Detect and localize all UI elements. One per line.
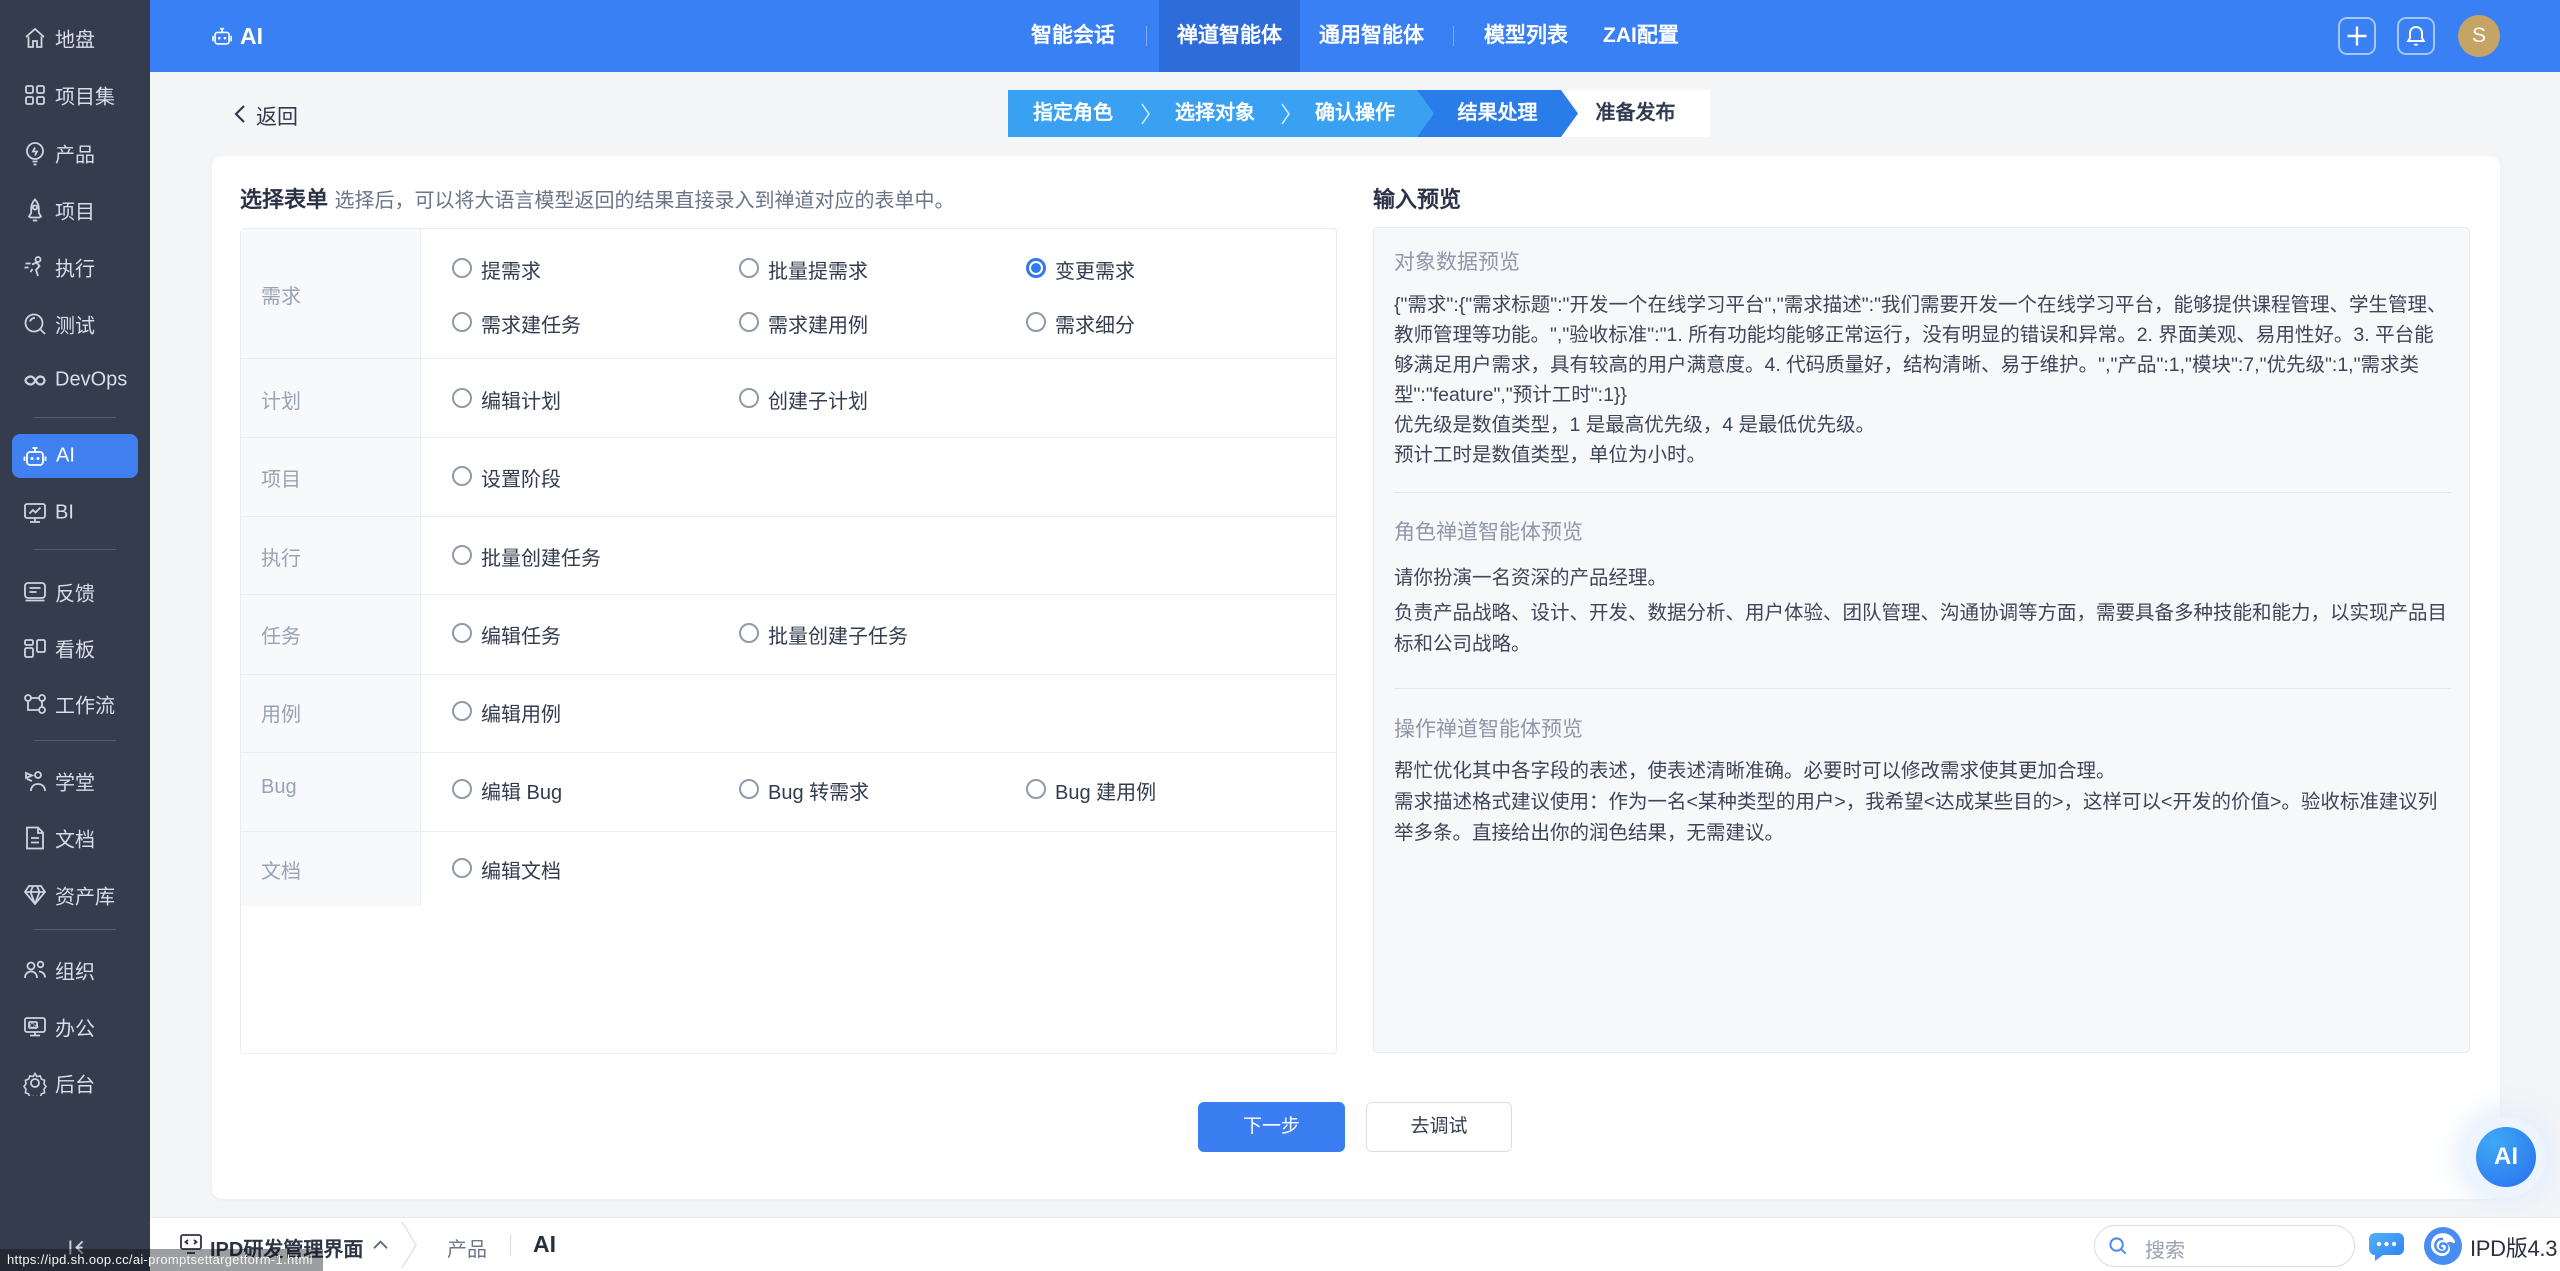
svg-text:OA: OA bbox=[30, 1023, 39, 1029]
